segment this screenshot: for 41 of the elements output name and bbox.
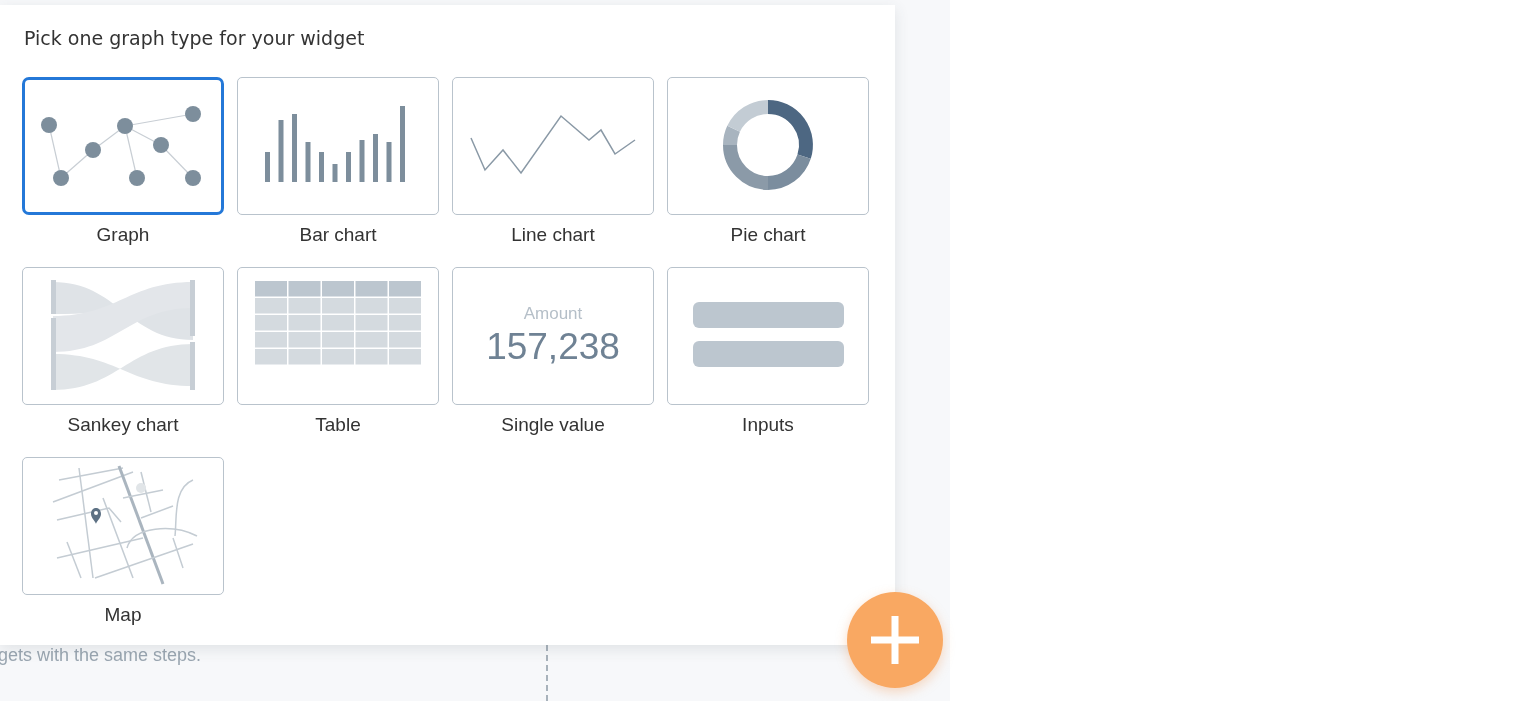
amount-value: 157,238 <box>486 326 620 368</box>
graph-type-tile[interactable] <box>667 267 869 405</box>
graph-node <box>53 170 69 186</box>
chart-bar <box>319 152 324 182</box>
tile-label: Table <box>315 413 361 437</box>
chart-bar <box>373 134 378 182</box>
graph-type-tile[interactable] <box>22 457 224 595</box>
chart-bar <box>332 164 338 182</box>
graph-type-tile[interactable] <box>22 267 224 405</box>
tile-label: Map <box>104 603 142 627</box>
amount-caption: Amount <box>523 304 583 324</box>
tile-label: Pie chart <box>730 223 806 247</box>
tile-label: Line chart <box>511 223 595 247</box>
tile-label: Sankey chart <box>67 413 179 437</box>
tile-label: Inputs <box>742 413 794 437</box>
graph-node <box>41 117 57 133</box>
chart-bar <box>278 120 284 182</box>
add-button[interactable] <box>847 592 943 688</box>
tile-label: Graph <box>96 223 150 247</box>
chart-bar <box>292 114 297 182</box>
chart-bar <box>346 152 351 182</box>
tile-label: Single value <box>501 413 605 437</box>
graph-node <box>85 142 101 158</box>
graph-type-tile[interactable] <box>237 77 439 215</box>
graph-node <box>185 106 201 122</box>
chart-bar <box>265 152 270 182</box>
graph-node <box>117 118 133 134</box>
graph-node <box>185 170 201 186</box>
graph-type-tile[interactable] <box>452 77 654 215</box>
chart-bar <box>359 140 365 182</box>
graph-type-tile[interactable] <box>22 77 224 215</box>
tile-label: Bar chart <box>299 223 377 247</box>
graph-type-tile[interactable]: Amount 157,238 <box>452 267 654 405</box>
panel-title: Pick one graph type for your widget <box>24 27 366 49</box>
graph-type-tile[interactable] <box>237 267 439 405</box>
chart-bar <box>386 142 392 182</box>
graph-node <box>153 137 169 153</box>
plus-icon <box>869 614 921 666</box>
chart-bar <box>305 142 311 182</box>
graph-node <box>129 170 145 186</box>
graph-type-tile[interactable] <box>667 77 869 215</box>
